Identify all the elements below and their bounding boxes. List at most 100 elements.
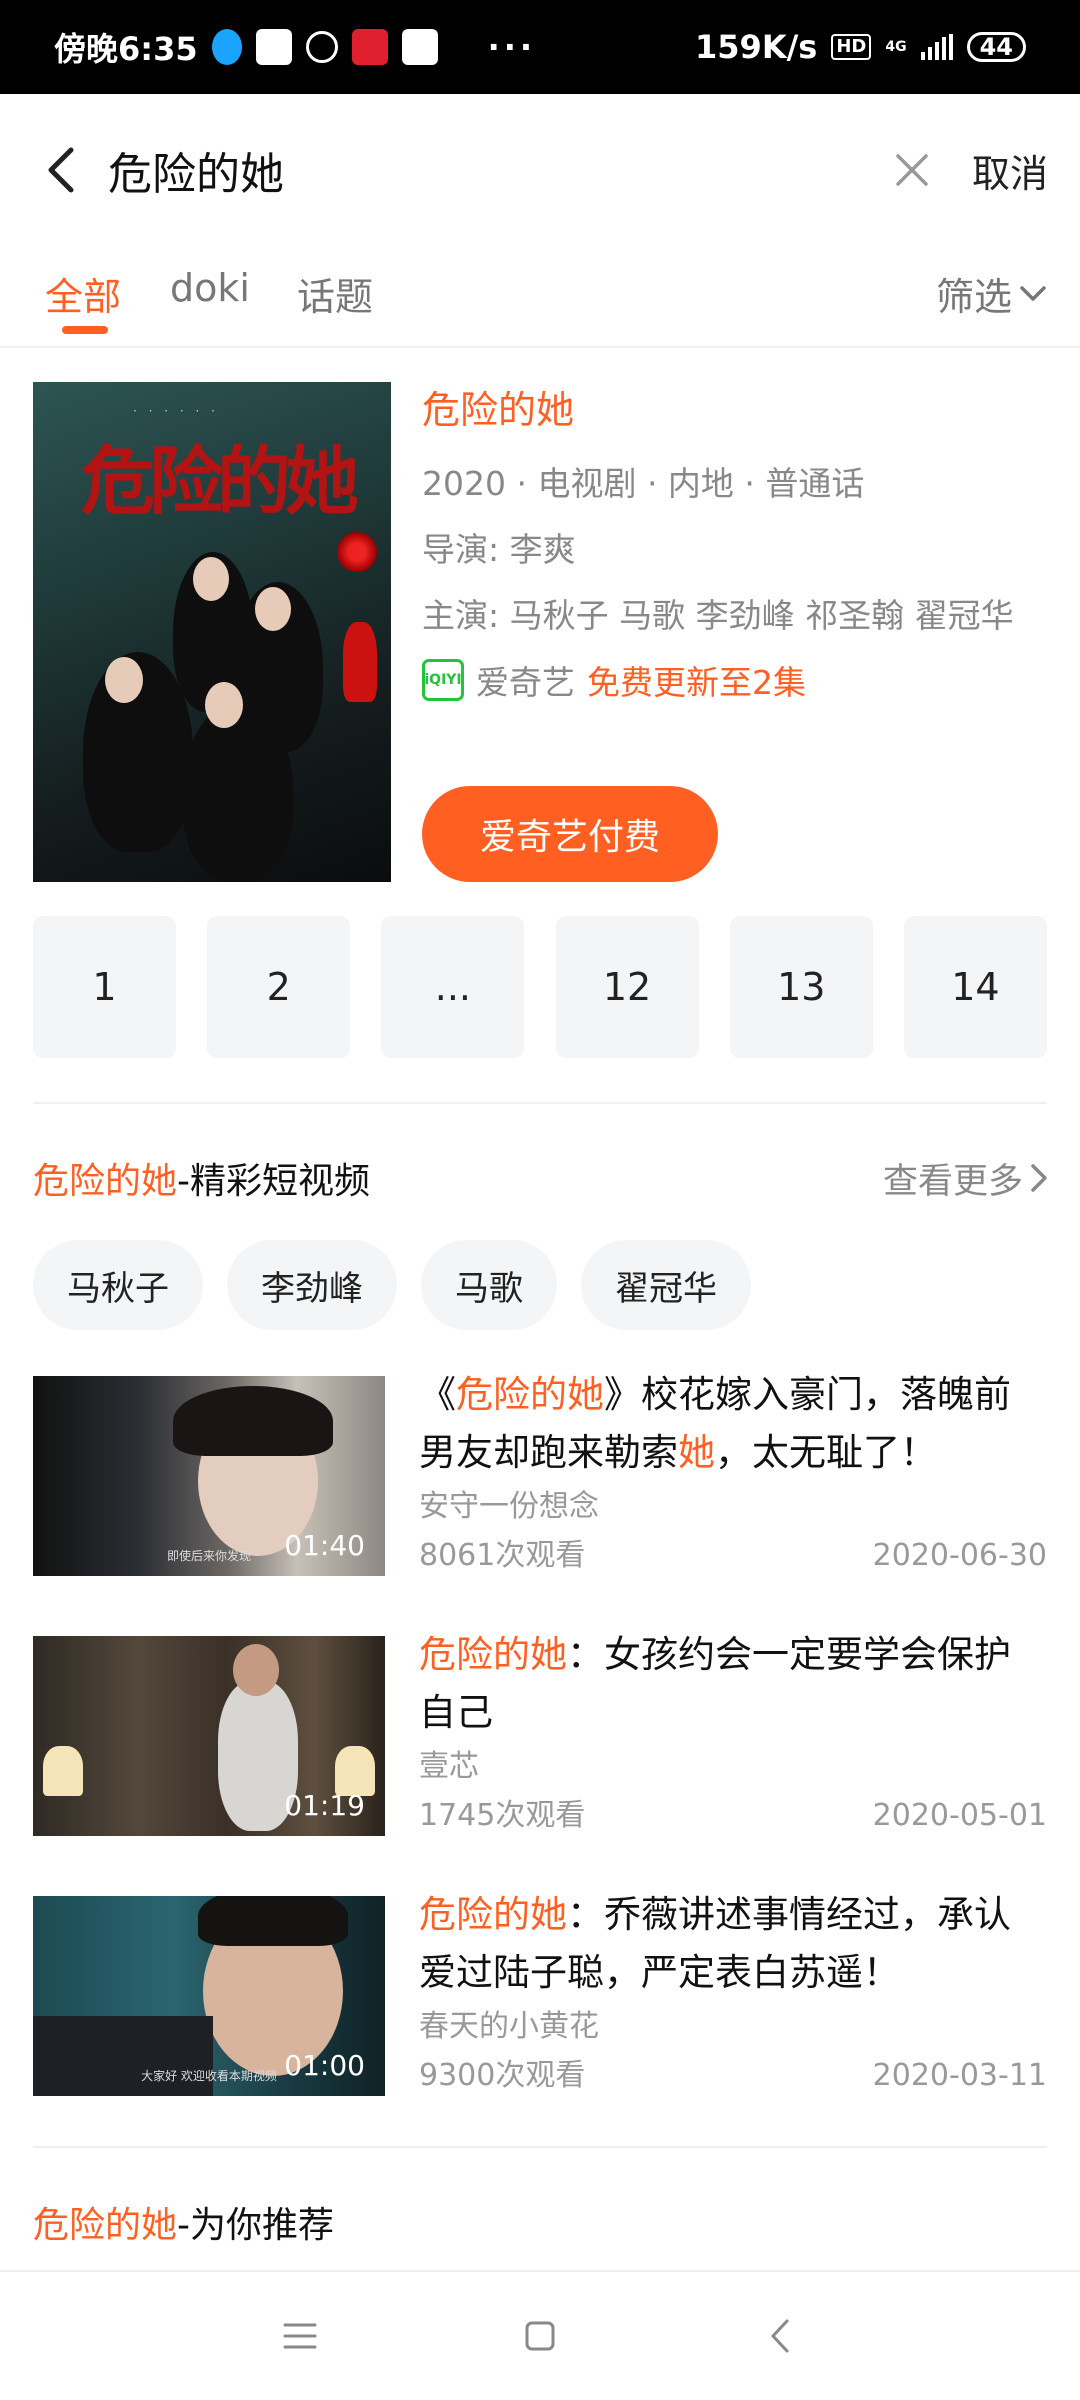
update-status: 免费更新至2集 — [587, 663, 806, 702]
section-divider — [33, 2146, 1047, 2148]
poster-face — [205, 682, 243, 728]
filter-button[interactable]: 筛选 — [936, 266, 1046, 321]
system-nav-bar — [0, 2270, 1080, 2400]
show-poster[interactable]: · · · · · · 危险的她 — [33, 382, 391, 882]
actor-chips: 马秋子 李劲峰 马歌 翟冠华 — [33, 1240, 751, 1330]
video-item[interactable]: 大家好 欢迎收看本期视频 01:00 危险的她：乔薇讲述事情经过，承认爱过陆子聪… — [33, 1893, 1047, 2098]
poster-vase — [343, 622, 377, 702]
video-title: 危险的她：乔薇讲述事情经过，承认爱过陆子聪，严定表白苏遥！ — [419, 1893, 1011, 1994]
hd-icon: HD — [831, 34, 872, 60]
video-stats: 9300次观看 2020-03-11 — [419, 2054, 1047, 2098]
signal-icon — [920, 34, 953, 60]
show-meta: 2020 · 电视剧 · 内地 · 普通话 — [422, 464, 865, 503]
video-title: 《危险的她》校花嫁入豪门，落魄前男友却跑来勒索她，太无耻了！ — [419, 1373, 1011, 1474]
episode-button[interactable]: 12 — [555, 916, 699, 1058]
video-thumbnail[interactable]: 01:19 — [33, 1636, 385, 1836]
actor-chip[interactable]: 马秋子 — [33, 1240, 203, 1330]
tab-all[interactable]: 全部 — [45, 266, 121, 321]
episode-button[interactable]: 14 — [903, 916, 1047, 1058]
video-date: 2020-05-01 — [872, 1798, 1047, 1833]
uc-browser-icon — [305, 31, 338, 63]
video-author: 安守一份想念 — [419, 1489, 599, 1524]
platform-name: 爱奇艺 — [476, 663, 575, 702]
poster-face — [255, 587, 291, 631]
actor-chip[interactable]: 李劲峰 — [227, 1240, 397, 1330]
section-divider — [33, 1102, 1047, 1104]
menu-button[interactable] — [270, 2306, 330, 2366]
show-title[interactable]: 危险的她 — [422, 382, 1052, 438]
nav-back-button[interactable] — [750, 2306, 810, 2366]
episode-list: 1 2 ... 12 13 14 — [33, 916, 1047, 1058]
actor-chip[interactable]: 马歌 — [421, 1240, 557, 1330]
video-duration: 01:40 — [284, 1529, 365, 1562]
poster-face — [105, 657, 143, 703]
video-info: 危险的她：女孩约会一定要学会保护自己 壹芯 1745次观看 2020-05-01 — [419, 1626, 1047, 1838]
video-thumbnail[interactable]: 大家好 欢迎收看本期视频 01:00 — [33, 1896, 385, 2096]
tab-indicator — [62, 326, 108, 334]
video-info: 《危险的她》校花嫁入豪门，落魄前男友却跑来勒索她，太无耻了！ 安守一份想念 80… — [419, 1366, 1047, 1578]
short-videos-title: 危险的她-精彩短视频 — [33, 1161, 371, 1202]
video-item[interactable]: 即使后来你发现 01:40 《危险的她》校花嫁入豪门，落魄前男友却跑来勒索她，太… — [33, 1373, 1047, 1576]
see-more-button[interactable]: 查看更多 — [883, 1153, 1047, 1204]
chevron-right-icon — [1031, 1164, 1047, 1192]
tab-topics[interactable]: 话题 — [297, 266, 373, 321]
qq-icon — [211, 29, 242, 65]
home-button[interactable] — [510, 2306, 570, 2366]
thumb-hair — [173, 1386, 333, 1456]
back-button[interactable] — [30, 140, 90, 200]
cancel-button[interactable]: 取消 — [972, 143, 1048, 198]
poster-face — [193, 557, 229, 601]
tab-doki[interactable]: doki — [170, 266, 250, 310]
more-notifications-icon: ··· — [487, 28, 537, 66]
status-time: 傍晚6:35 — [54, 30, 198, 68]
actor-chip[interactable]: 翟冠华 — [581, 1240, 751, 1330]
network-type: 4G — [885, 39, 907, 55]
short-videos-header: 危险的她-精彩短视频 查看更多 — [33, 1152, 1047, 1204]
video-item[interactable]: 01:19 危险的她：女孩约会一定要学会保护自己 壹芯 1745次观看 2020… — [33, 1633, 1047, 1836]
clear-search-button[interactable] — [882, 140, 942, 200]
thumb-hair — [198, 1896, 348, 1946]
episode-button[interactable]: 2 — [207, 916, 351, 1058]
search-input[interactable]: 危险的她 — [108, 138, 882, 202]
show-director: 导演: 李爽 — [422, 530, 576, 569]
episode-more-button[interactable]: ... — [381, 916, 525, 1058]
platform-row: iQIYI 爱奇艺 免费更新至2集 — [422, 656, 1052, 704]
video-author: 壹芯 — [419, 1749, 479, 1784]
video-thumbnail[interactable]: 即使后来你发现 01:40 — [33, 1376, 385, 1576]
poster-title: 危险的她 — [81, 439, 359, 525]
video-date: 2020-03-11 — [872, 2058, 1047, 2093]
poster-flower — [337, 532, 377, 572]
filter-label: 筛选 — [935, 275, 1012, 319]
episode-button[interactable]: 13 — [729, 916, 873, 1058]
back-triangle-icon — [771, 2319, 789, 2353]
poster-tagline: · · · · · · — [133, 404, 219, 418]
video-views: 1745次观看 — [419, 1798, 586, 1833]
video-date: 2020-06-30 — [872, 1538, 1047, 1573]
video-author: 春天的小黄花 — [419, 2009, 599, 2044]
result-tabs: 全部 doki 话题 筛选 — [0, 246, 1080, 348]
thumb-lamp — [43, 1746, 83, 1796]
show-info: 危险的她 2020 · 电视剧 · 内地 · 普通话 导演: 李爽 主演: 马秋… — [422, 382, 1052, 704]
video-stats: 1745次观看 2020-05-01 — [419, 1794, 1047, 1838]
chevron-down-icon — [1020, 285, 1046, 301]
thumb-face — [233, 1644, 279, 1696]
episode-button[interactable]: 1 — [33, 916, 176, 1058]
play-store-icon — [255, 29, 292, 65]
video-views: 9300次观看 — [419, 2058, 586, 2093]
thumb-suit — [33, 2016, 213, 2096]
video-app-icon — [351, 29, 388, 65]
video-duration: 01:19 — [284, 1789, 365, 1822]
iqiyi-pay-button[interactable]: 爱奇艺付费 — [422, 786, 718, 882]
close-icon — [896, 154, 928, 186]
battery-icon: 44 — [966, 32, 1026, 62]
menu-icon — [283, 2323, 317, 2349]
network-speed: 159K/s — [695, 28, 818, 66]
video-views: 8061次观看 — [419, 1538, 586, 1573]
iqiyi-logo-icon: iQIYI — [422, 659, 464, 701]
status-bar: 傍晚6:35 ··· 159K/s HD 4G 44 — [0, 0, 1080, 94]
show-cast: 主演: 马秋子 马歌 李劲峰 祁圣翰 翟冠华 — [422, 596, 1014, 635]
home-square-icon — [525, 2321, 555, 2351]
recommend-header: 危险的她-为你推荐 — [33, 2196, 1047, 2248]
search-bar: 危险的她 取消 — [0, 94, 1080, 246]
video-duration: 01:00 — [284, 2049, 365, 2082]
